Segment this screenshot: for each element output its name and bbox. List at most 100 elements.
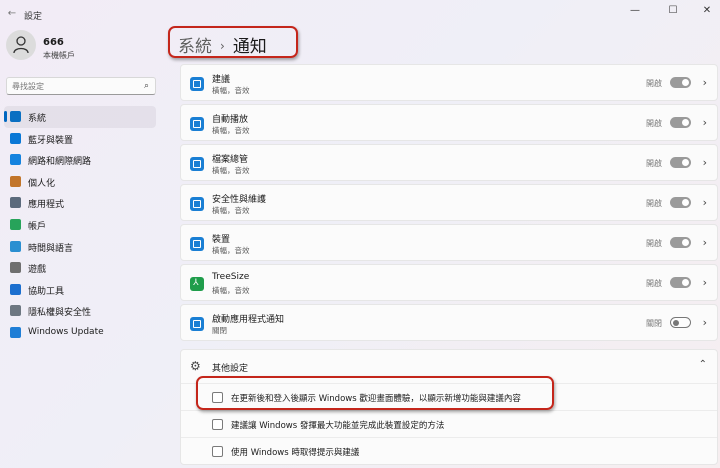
app-desc: 橫幅，音效: [212, 286, 250, 295]
search-icon[interactable]: ⌕: [144, 81, 149, 91]
notification-toggle[interactable]: [670, 157, 691, 168]
notification-toggle[interactable]: [670, 117, 691, 128]
toggle-state-label: 開啟: [646, 239, 662, 248]
app-name: TreeSize: [212, 272, 250, 282]
notification-toggle[interactable]: [670, 317, 691, 328]
chevron-right-icon[interactable]: ›: [703, 116, 707, 129]
option-tips[interactable]: 使用 Windows 時取得提示與建議: [181, 437, 717, 464]
back-arrow-icon[interactable]: ←: [6, 8, 18, 20]
option-setup-suggestions[interactable]: 建議讓 Windows 發揮最大功能並完成此裝置設定的方法: [181, 410, 717, 437]
sidebar-item-bluetooth[interactable]: 藍牙與裝置: [4, 128, 156, 150]
sidebar-item-gaming[interactable]: 遊戲: [4, 257, 156, 279]
toggle-knob: [682, 119, 689, 126]
user-profile[interactable]: 666 本機帳戶: [6, 30, 156, 66]
sidebar-item-windows-update[interactable]: Windows Update: [4, 322, 156, 344]
app-row-security-maintenance[interactable]: 安全性與維護 橫幅，音效 開啟 ›: [180, 184, 718, 221]
sidebar-item-privacy[interactable]: 隱私權與安全性: [4, 300, 156, 322]
toggle-state-label: 開啟: [646, 199, 662, 208]
app-name: 裝置: [212, 235, 231, 245]
update-icon: [10, 326, 21, 338]
highlight-box-option: [196, 376, 554, 410]
app-name: 啟動應用程式通知: [212, 315, 285, 325]
apps-icon: [10, 197, 21, 209]
app-name: 安全性與維護: [212, 195, 267, 205]
app-name: 建議: [212, 75, 231, 85]
notification-toggle[interactable]: [670, 77, 691, 88]
maximize-button[interactable]: ☐: [663, 4, 683, 18]
sidebar-item-apps[interactable]: 應用程式: [4, 192, 156, 214]
app-row-startup-apps[interactable]: 啟動應用程式通知 關閉 關閉 ›: [180, 304, 718, 341]
globe-icon: [10, 240, 21, 252]
app-row-file-explorer[interactable]: 檔案總管 橫幅，音效 開啟 ›: [180, 144, 718, 181]
app-icon: [190, 77, 204, 91]
toggle-knob: [673, 319, 679, 326]
app-name: 自動播放: [212, 115, 249, 125]
toggle-state-label: 開啟: [646, 279, 662, 288]
toggle-knob: [682, 79, 689, 86]
notification-toggle[interactable]: [670, 277, 691, 288]
toggle-state-label: 關閉: [646, 319, 662, 328]
app-row-treesize[interactable]: ⅄ TreeSize 橫幅，音效 開啟 ›: [180, 264, 718, 301]
highlight-box-title: [168, 26, 298, 58]
monitor-icon: [10, 111, 21, 122]
sidebar-item-label: 隱私權與安全性: [28, 308, 92, 319]
sidebar-item-network[interactable]: 網路和網際網路: [4, 149, 156, 171]
app-icon: [190, 197, 204, 211]
sidebar-item-label: 帳戶: [28, 221, 47, 232]
app-row-autoplay[interactable]: 自動播放 橫幅，音效 開啟 ›: [180, 104, 718, 141]
section-title: 其他設定: [212, 364, 249, 374]
search-input[interactable]: [12, 80, 137, 92]
close-button[interactable]: ✕: [697, 4, 717, 18]
sidebar-item-accounts[interactable]: 帳戶: [4, 214, 156, 236]
window-title: 設定: [24, 12, 43, 22]
accessibility-icon: [10, 283, 21, 295]
toggle-knob: [682, 159, 689, 166]
app-desc: 橫幅，音效: [212, 166, 250, 175]
title-bar: ← 設定 — ☐ ✕: [0, 0, 720, 28]
toggle-state-label: 開啟: [646, 159, 662, 168]
minimize-button[interactable]: —: [625, 4, 645, 18]
checkbox[interactable]: [212, 446, 223, 457]
app-desc: 橫幅，音效: [212, 126, 250, 135]
wifi-icon: [10, 154, 21, 166]
sidebar-item-personalization[interactable]: 個人化: [4, 171, 156, 193]
chevron-right-icon[interactable]: ›: [703, 196, 707, 209]
option-label: 建議讓 Windows 發揮最大功能並完成此裝置設定的方法: [231, 421, 445, 431]
sidebar-item-label: 協助工具: [28, 286, 65, 297]
app-row-suggestions[interactable]: 建議 橫幅，音效 開啟 ›: [180, 64, 718, 101]
gamepad-icon: [10, 262, 21, 274]
chevron-right-icon[interactable]: ›: [703, 156, 707, 169]
chevron-right-icon[interactable]: ›: [703, 236, 707, 249]
option-label: 使用 Windows 時取得提示與建議: [231, 448, 360, 458]
notification-toggle[interactable]: [670, 237, 691, 248]
app-row-devices[interactable]: 裝置 橫幅，音效 開啟 ›: [180, 224, 718, 261]
search-box[interactable]: ⌕: [6, 77, 156, 95]
chevron-right-icon[interactable]: ›: [703, 76, 707, 89]
toggle-knob: [682, 279, 689, 286]
sidebar-item-time-language[interactable]: 時間與語言: [4, 236, 156, 258]
brush-icon: [10, 175, 21, 187]
toggle-knob: [682, 199, 689, 206]
sidebar-item-label: 遊戲: [28, 265, 47, 276]
chevron-right-icon[interactable]: ›: [703, 276, 707, 289]
avatar: [6, 30, 36, 60]
app-desc: 橫幅，音效: [212, 246, 250, 255]
person-icon: [10, 218, 21, 230]
sidebar-item-label: 應用程式: [28, 200, 65, 211]
user-icon: [13, 36, 29, 54]
sidebar-item-accessibility[interactable]: 協助工具: [4, 279, 156, 301]
app-desc: 橫幅，音效: [212, 206, 250, 215]
app-desc: 橫幅，音效: [212, 86, 250, 95]
treesize-logo-glyph: ⅄: [193, 278, 199, 288]
sidebar-item-label: 時間與語言: [28, 243, 74, 254]
sidebar-item-system[interactable]: 系統: [4, 106, 156, 128]
app-icon: [190, 117, 204, 131]
checkbox[interactable]: [212, 419, 223, 430]
sidebar-item-label: 系統: [28, 114, 47, 124]
chevron-up-icon[interactable]: ⌃: [699, 359, 707, 370]
gear-icon: ⚙: [190, 359, 201, 373]
sidebar-item-label: Windows Update: [28, 326, 104, 337]
chevron-right-icon[interactable]: ›: [703, 316, 707, 329]
notification-toggle[interactable]: [670, 197, 691, 208]
toggle-knob: [682, 239, 689, 246]
